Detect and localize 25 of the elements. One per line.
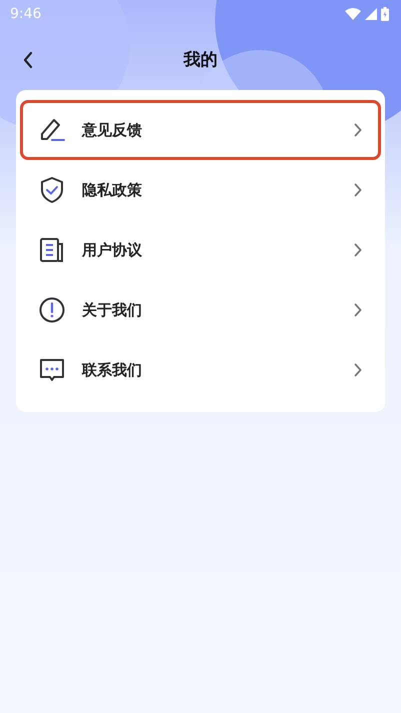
chevron-icon (354, 363, 362, 377)
chevron-icon (354, 303, 362, 317)
menu-item[interactable]: 关于我们 (20, 280, 381, 340)
chevron-icon (354, 123, 362, 137)
menu-item[interactable]: 用户协议 (20, 220, 381, 280)
menu-item[interactable]: 隐私政策 (20, 160, 381, 220)
menu-label: 联系我们 (82, 360, 143, 380)
menu-item[interactable]: 意见反馈 (20, 100, 381, 160)
chat-bubble-icon (38, 356, 66, 384)
menu-label: 关于我们 (82, 300, 143, 320)
shield-check-icon (38, 176, 66, 204)
menu-item[interactable]: 联系我们 (20, 340, 381, 400)
menu-label: 用户协议 (82, 240, 143, 260)
chevron-icon (354, 243, 362, 257)
page-title: 我的 (184, 48, 218, 70)
pencil-icon (38, 116, 66, 144)
signal-icon (365, 8, 377, 20)
battery-icon (381, 7, 389, 21)
menu-label: 意见反馈 (82, 120, 143, 140)
exclamation-circle-icon (38, 296, 66, 324)
chevron-icon (354, 183, 362, 197)
status-time: 9:46 (10, 6, 42, 22)
wifi-icon (345, 8, 361, 20)
document-icon (38, 236, 66, 264)
menu-label: 隐私政策 (82, 180, 143, 200)
